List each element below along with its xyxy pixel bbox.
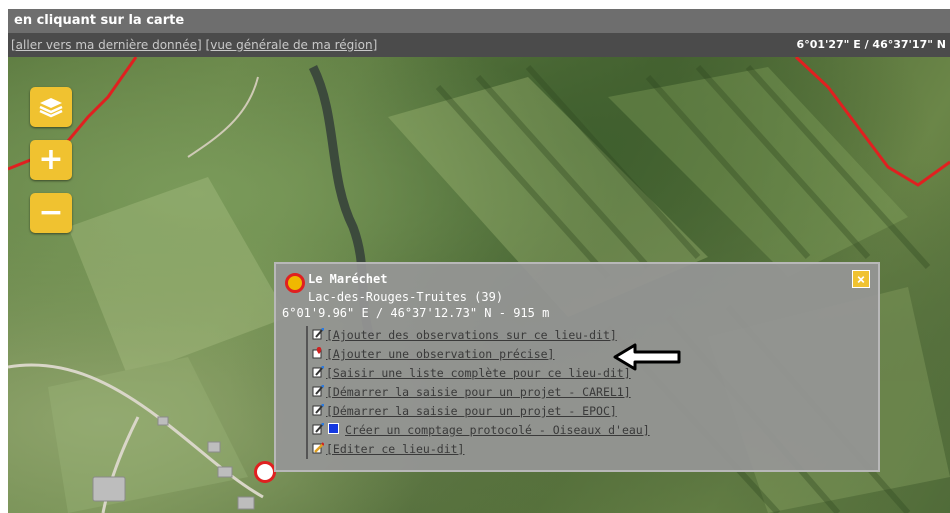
place-popup: × Le Maréchet Lac-des-Rouges-Truites (39… <box>274 262 880 472</box>
zoom-out-button[interactable]: − <box>30 193 72 233</box>
add-precise-observation-link[interactable]: [Ajouter une observation précise] <box>326 347 554 361</box>
minus-icon: − <box>38 195 64 230</box>
edit-note-icon <box>312 404 324 416</box>
add-observations-link[interactable]: [Ajouter des observations sur ce lieu-di… <box>326 328 617 342</box>
commune-name: Lac-des-Rouges-Truites (39) <box>308 290 504 304</box>
edit-place-link[interactable]: [Editer ce lieu-dit] <box>326 442 464 456</box>
project-epoc-link[interactable]: [Démarrer la saisie pour un projet - EPO… <box>326 404 617 418</box>
action-item: Créer un comptage protocolé - Oiseaux d'… <box>312 421 650 440</box>
place-marker-icon <box>285 273 305 293</box>
cursor-coordinates: 6°01'27" E / 46°37'17" N <box>796 38 946 51</box>
action-item: [Démarrer la saisie pour un projet - EPO… <box>312 402 650 421</box>
close-button[interactable]: × <box>852 270 870 288</box>
action-item: [Ajouter une observation précise] <box>312 345 650 364</box>
edit-note-icon <box>312 423 324 435</box>
pin-icon <box>312 347 322 359</box>
edit-note-icon <box>312 366 324 378</box>
layers-button[interactable] <box>30 87 72 127</box>
blue-square-icon <box>328 423 339 434</box>
zoom-in-button[interactable]: + <box>30 140 72 180</box>
action-item: [Ajouter des observations sur ce lieu-di… <box>312 326 650 345</box>
left-arrow-icon <box>613 343 681 371</box>
waterbird-count-link[interactable]: Créer un comptage protocolé - Oiseaux d'… <box>345 423 650 437</box>
track <box>187 76 259 158</box>
plus-icon: + <box>38 142 64 177</box>
project-carel1-link[interactable]: [Démarrer la saisie pour un projet - CAR… <box>326 385 631 399</box>
action-item: [Editer ce lieu-dit] <box>312 440 650 459</box>
edit-note-icon <box>312 385 324 397</box>
region-overview-link[interactable]: [vue générale de ma région] <box>206 38 378 52</box>
boundary-line <box>8 57 138 171</box>
edit-note-icon <box>312 328 324 340</box>
place-coordinates: 6°01'9.96" E / 46°37'12.73" N - 915 m <box>282 306 550 320</box>
layers-icon <box>39 98 63 118</box>
action-list: [Ajouter des observations sur ce lieu-di… <box>306 326 650 459</box>
action-item: [Démarrer la saisie pour un projet - CAR… <box>312 383 650 402</box>
header-title: en cliquant sur la carte <box>14 13 185 28</box>
place-name: Le Maréchet <box>308 272 388 286</box>
complete-list-link[interactable]: [Saisir une liste complète pour ce lieu-… <box>326 366 631 380</box>
pencil-icon <box>312 442 324 454</box>
last-data-link[interactable]: [aller vers ma dernière donnée] <box>11 38 202 52</box>
location-marker[interactable] <box>254 461 276 483</box>
action-item: [Saisir une liste complète pour ce lieu-… <box>312 364 650 383</box>
link-bar: [aller vers ma dernière donnée] [vue gén… <box>8 33 950 57</box>
header-bar: en cliquant sur la carte <box>8 9 950 33</box>
